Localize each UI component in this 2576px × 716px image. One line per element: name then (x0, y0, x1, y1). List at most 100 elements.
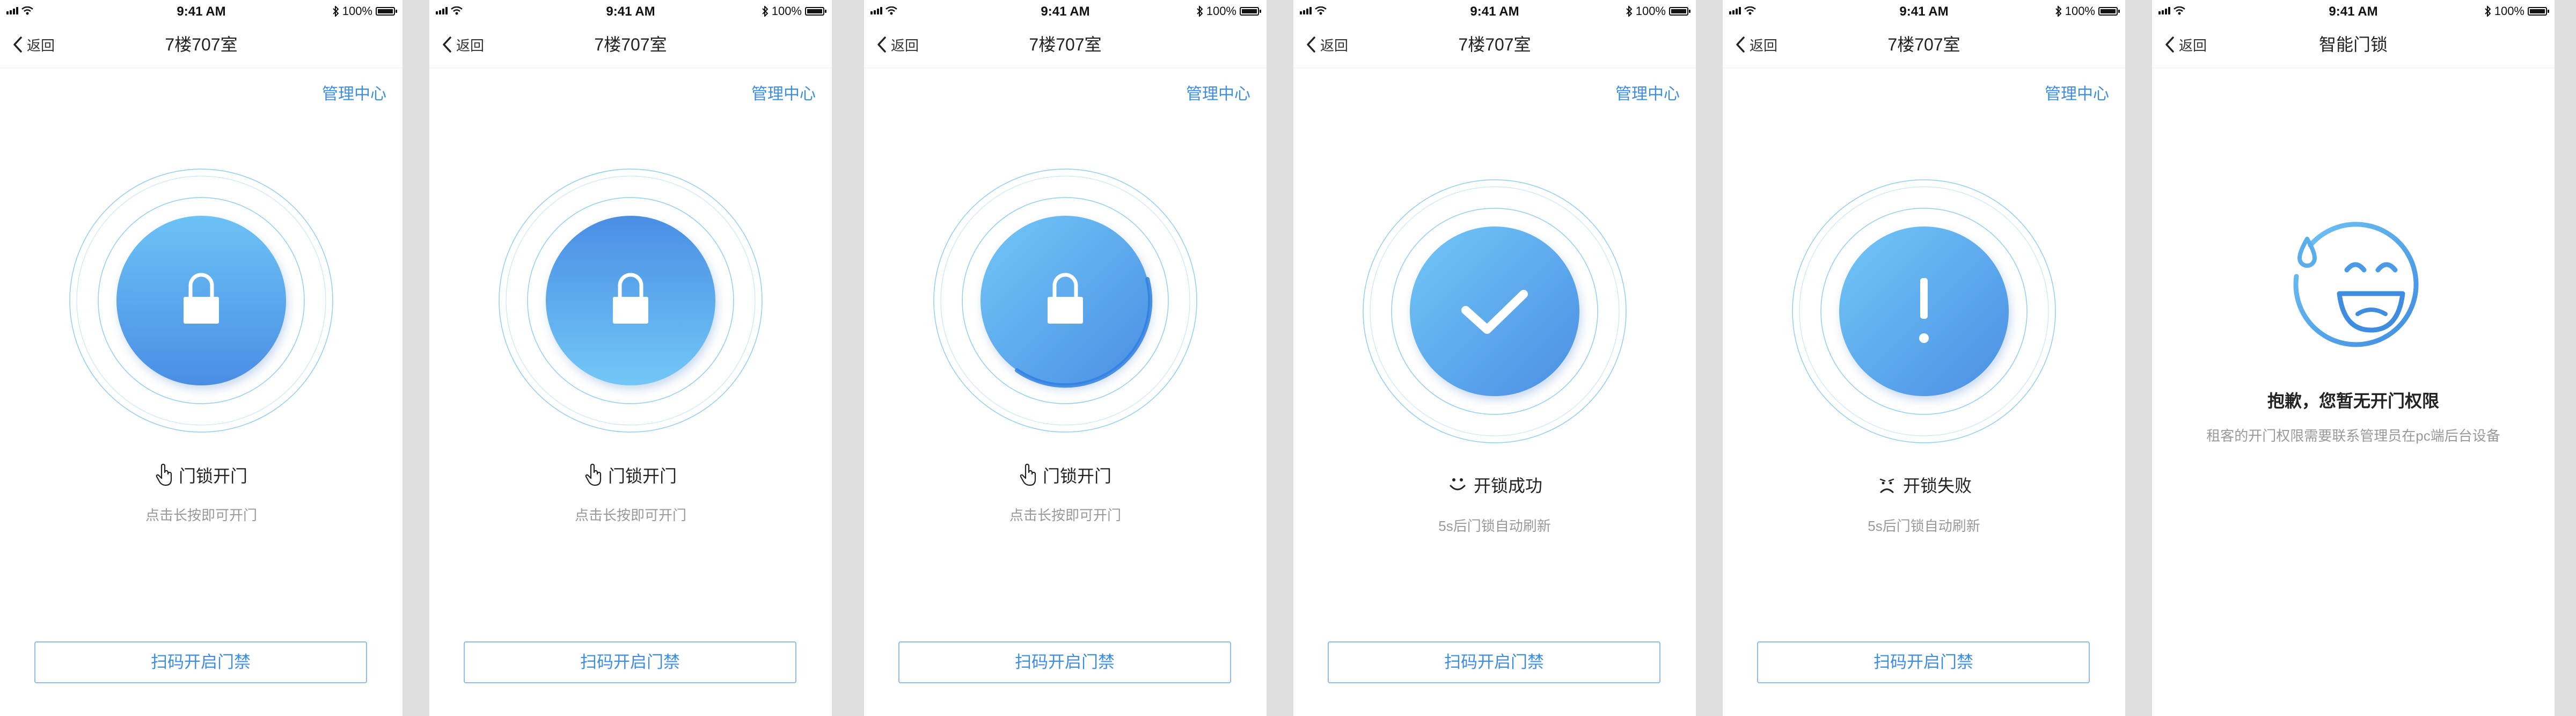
state-row: 开锁失败 (1723, 472, 2125, 497)
sad-face-icon (1879, 478, 1894, 493)
status-right: 100% (2055, 4, 2120, 18)
back-label: 返回 (891, 37, 919, 54)
status-right: 100% (1197, 4, 1261, 18)
screen-unlock-failure: 9:41 AM 100% 返回 7楼707室 管理中心 开锁失败 5s后门锁自动… (1723, 0, 2125, 716)
bluetooth-icon (1197, 6, 1203, 17)
battery-icon (2528, 7, 2549, 16)
status-bar: 9:41 AM 100% (429, 0, 832, 21)
no-permission-description: 租客的开门权限需要联系管理员在pc端后台设备 (2206, 428, 2500, 444)
bluetooth-icon (1626, 6, 1633, 17)
state-hint: 点击长按即可开门 (145, 507, 257, 523)
management-center-link[interactable]: 管理中心 (2045, 81, 2109, 104)
bluetooth-icon (2055, 6, 2062, 17)
battery-percent: 100% (342, 4, 372, 18)
lock-button-area (429, 166, 832, 435)
state-label: 门锁开门 (1042, 466, 1111, 486)
state-row: 门锁开门 (429, 463, 832, 487)
state-hint: 点击长按即可开门 (1009, 507, 1121, 523)
bluetooth-icon (333, 6, 339, 17)
state-row: 开锁成功 (1293, 472, 1696, 497)
battery-icon (805, 7, 826, 16)
status-bar: 9:41 AM 100% (2152, 0, 2555, 21)
status-bar: 9:41 AM 100% (864, 0, 1267, 21)
back-button[interactable]: 返回 (1306, 32, 1348, 57)
battery-percent: 100% (1635, 4, 1666, 18)
status-bar: 9:41 AM 100% (1723, 0, 2125, 21)
navigation-bar: 返回 7楼707室 (1293, 21, 1696, 68)
scan-to-open-button[interactable]: 扫码开启门禁 (1757, 641, 2090, 683)
battery-percent: 100% (2065, 4, 2095, 18)
chevron-left-icon (2165, 36, 2174, 53)
navigation-bar: 返回 7楼707室 (864, 21, 1267, 68)
bluetooth-icon (2485, 6, 2491, 17)
battery-icon (1669, 7, 1690, 16)
back-button[interactable]: 返回 (2165, 32, 2207, 57)
scan-to-open-button[interactable]: 扫码开启门禁 (464, 641, 796, 683)
page-title: 7楼707室 (1458, 35, 1531, 54)
chevron-left-icon (443, 36, 451, 53)
screen-open-lock-progress: 9:41 AM 100% 返回 7楼707室 管理中心 门锁开门 点击长按即可开… (864, 0, 1267, 716)
state-label: 开锁失败 (1902, 476, 1972, 495)
back-label: 返回 (456, 37, 485, 54)
battery-icon (1240, 7, 1261, 16)
page-title: 智能门锁 (2318, 35, 2388, 54)
chevron-left-icon (1307, 36, 1315, 53)
management-center-link[interactable]: 管理中心 (322, 81, 386, 104)
page-title: 7楼707室 (165, 35, 238, 54)
lock-button-area (1293, 177, 1696, 445)
chevron-left-icon (13, 36, 22, 53)
state-hint: 点击长按即可开门 (574, 507, 686, 523)
navigation-bar: 返回 7楼707室 (429, 21, 832, 68)
hand-pointer-icon (156, 463, 172, 486)
back-button[interactable]: 返回 (877, 32, 919, 57)
status-right: 100% (762, 4, 826, 18)
bluetooth-icon (762, 6, 769, 17)
hand-pointer-icon (1020, 463, 1036, 486)
back-label: 返回 (1320, 37, 1349, 54)
page-title: 7楼707室 (1887, 35, 1960, 54)
battery-icon (376, 7, 397, 16)
lock-button-area (1723, 177, 2125, 445)
back-label: 返回 (2179, 37, 2207, 54)
battery-percent: 100% (2494, 4, 2524, 18)
page-title: 7楼707室 (594, 35, 667, 54)
state-label: 开锁成功 (1473, 476, 1542, 495)
status-bar: 9:41 AM 100% (1293, 0, 1696, 21)
navigation-bar: 返回 7楼707室 (0, 21, 402, 68)
page-title: 7楼707室 (1029, 35, 1102, 54)
state-label: 门锁开门 (178, 466, 247, 486)
battery-percent: 100% (1206, 4, 1236, 18)
state-row: 门锁开门 (864, 463, 1267, 487)
back-button[interactable]: 返回 (1736, 32, 1777, 57)
status-right: 100% (2485, 4, 2549, 18)
state-row: 门锁开门 (0, 463, 402, 487)
sweat-smile-face-icon (2293, 222, 2419, 347)
back-label: 返回 (1750, 37, 1778, 54)
scan-to-open-button[interactable]: 扫码开启门禁 (1328, 641, 1660, 683)
back-button[interactable]: 返回 (13, 32, 55, 57)
lock-button-area (0, 166, 402, 435)
chevron-left-icon (877, 36, 886, 53)
scan-to-open-button[interactable]: 扫码开启门禁 (34, 641, 367, 683)
back-button[interactable]: 返回 (442, 32, 484, 57)
state-label: 门锁开门 (608, 466, 677, 486)
state-hint: 5s后门锁自动刷新 (1438, 518, 1551, 534)
back-label: 返回 (27, 37, 55, 54)
screen-open-lock-pressed: 9:41 AM 100% 返回 7楼707室 管理中心 门锁开门 点击长按即可开… (429, 0, 832, 716)
hand-pointer-icon (585, 463, 602, 486)
management-center-link[interactable]: 管理中心 (751, 81, 816, 104)
state-hint: 5s后门锁自动刷新 (1868, 518, 1980, 534)
screen-no-permission: 9:41 AM 100% 返回 智能门锁 抱歉，您暂无开门权限 租客的开门权限需… (2152, 0, 2555, 716)
management-center-link[interactable]: 管理中心 (1186, 81, 1250, 104)
status-bar: 9:41 AM 100% (0, 0, 402, 21)
management-center-link[interactable]: 管理中心 (1615, 81, 1680, 104)
lock-button-area (864, 166, 1267, 435)
navigation-bar: 返回 智能门锁 (2152, 21, 2555, 68)
no-permission-title: 抱歉，您暂无开门权限 (2267, 391, 2439, 411)
smile-face-icon (1450, 478, 1466, 491)
battery-icon (2098, 7, 2120, 16)
status-right: 100% (1626, 4, 1690, 18)
chevron-left-icon (1736, 36, 1745, 53)
scan-to-open-button[interactable]: 扫码开启门禁 (898, 641, 1231, 683)
status-right: 100% (333, 4, 397, 18)
